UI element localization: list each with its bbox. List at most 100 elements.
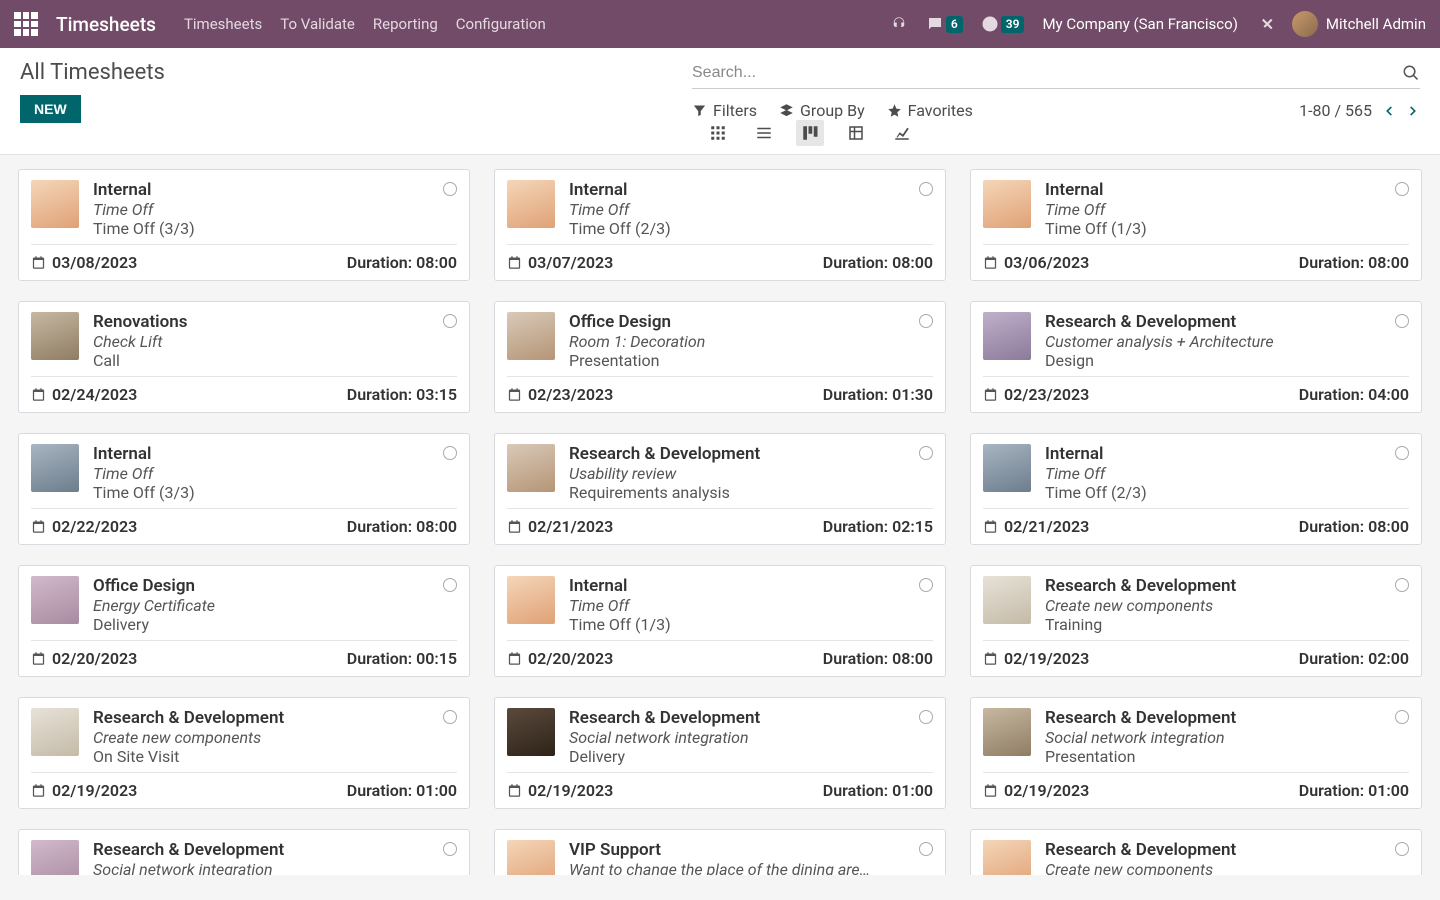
search-input[interactable] xyxy=(692,64,1402,82)
card-desc: Design xyxy=(1045,351,1409,370)
messages-button[interactable]: 6 xyxy=(926,15,963,33)
activities-button[interactable]: 39 xyxy=(981,15,1025,33)
timesheet-card[interactable]: Research & DevelopmentCreate new compone… xyxy=(18,697,470,809)
employee-avatar xyxy=(31,180,79,228)
card-project: Internal xyxy=(1045,180,1409,200)
user-menu[interactable]: Mitchell Admin xyxy=(1292,11,1426,37)
timesheet-card[interactable]: Research & DevelopmentCreate new compone… xyxy=(970,565,1422,677)
nav-reporting[interactable]: Reporting xyxy=(373,15,438,33)
card-project: Internal xyxy=(569,180,933,200)
view-pivot[interactable] xyxy=(842,120,870,146)
timesheet-card[interactable]: InternalTime OffTime Off (2/3)02/21/2023… xyxy=(970,433,1422,545)
calendar-icon xyxy=(983,783,998,798)
timesheet-card[interactable]: Office DesignRoom 1: DecorationPresentat… xyxy=(494,301,946,413)
view-kanban-all[interactable] xyxy=(704,120,732,146)
timesheet-card[interactable]: InternalTime OffTime Off (1/3)03/06/2023… xyxy=(970,169,1422,281)
employee-avatar xyxy=(983,708,1031,756)
control-panel: All Timesheets NEW Filters G xyxy=(0,48,1440,155)
view-list[interactable] xyxy=(750,120,778,146)
search-icon[interactable] xyxy=(1402,64,1420,82)
card-project: Office Design xyxy=(569,312,933,332)
new-button[interactable]: NEW xyxy=(20,95,81,123)
status-indicator[interactable] xyxy=(443,710,457,724)
status-indicator[interactable] xyxy=(1395,314,1409,328)
timesheet-card[interactable]: Research & DevelopmentSocial network int… xyxy=(18,829,470,875)
card-task: Create new components xyxy=(1045,596,1409,615)
status-indicator[interactable] xyxy=(919,182,933,196)
timesheet-card[interactable]: Research & DevelopmentSocial network int… xyxy=(970,697,1422,809)
kanban-view[interactable]: InternalTime OffTime Off (3/3)03/08/2023… xyxy=(0,155,1440,875)
timesheet-card[interactable]: InternalTime OffTime Off (1/3)02/20/2023… xyxy=(494,565,946,677)
card-date: 02/19/2023 xyxy=(1004,781,1089,800)
employee-avatar xyxy=(983,444,1031,492)
search-bar[interactable] xyxy=(692,60,1420,89)
card-task: Energy Certificate xyxy=(93,596,457,615)
employee-avatar xyxy=(507,444,555,492)
timesheet-card[interactable]: RenovationsCheck LiftCall02/24/2023Durat… xyxy=(18,301,470,413)
pivot-icon xyxy=(847,124,865,142)
card-duration: Duration: 08:00 xyxy=(347,253,457,272)
card-project: Internal xyxy=(1045,444,1409,464)
card-project: Research & Development xyxy=(569,708,933,728)
pager-text[interactable]: 1-80 / 565 xyxy=(1299,101,1372,120)
status-indicator[interactable] xyxy=(443,842,457,856)
apps-icon[interactable] xyxy=(14,12,38,36)
status-indicator[interactable] xyxy=(919,578,933,592)
timesheet-card[interactable]: InternalTime OffTime Off (3/3)03/08/2023… xyxy=(18,169,470,281)
status-indicator[interactable] xyxy=(1395,182,1409,196)
nav-configuration[interactable]: Configuration xyxy=(456,15,546,33)
status-indicator[interactable] xyxy=(443,446,457,460)
card-task: Time Off xyxy=(569,200,933,219)
card-desc: Time Off (1/3) xyxy=(1045,219,1409,238)
status-indicator[interactable] xyxy=(919,446,933,460)
card-project: Internal xyxy=(93,180,457,200)
employee-avatar xyxy=(983,840,1031,875)
timesheet-card[interactable]: InternalTime OffTime Off (2/3)03/07/2023… xyxy=(494,169,946,281)
timesheet-card[interactable]: Research & DevelopmentSocial network int… xyxy=(494,697,946,809)
company-switcher[interactable]: My Company (San Francisco) xyxy=(1042,15,1237,33)
card-task: Time Off xyxy=(93,464,457,483)
card-duration: Duration: 08:00 xyxy=(1299,253,1409,272)
nav-timesheets[interactable]: Timesheets xyxy=(184,15,262,33)
timesheet-card[interactable]: VIP SupportWant to change the place of t… xyxy=(494,829,946,875)
groupby-button[interactable]: Group By xyxy=(779,101,865,120)
messages-badge: 6 xyxy=(946,16,963,33)
status-indicator[interactable] xyxy=(443,182,457,196)
pager-next-icon[interactable] xyxy=(1406,104,1420,118)
card-task: Want to change the place of the dining a… xyxy=(569,860,933,875)
status-indicator[interactable] xyxy=(1395,578,1409,592)
kanban-icon xyxy=(801,124,819,142)
timesheet-card[interactable]: InternalTime OffTime Off (3/3)02/22/2023… xyxy=(18,433,470,545)
calendar-icon xyxy=(31,255,46,270)
favorites-button[interactable]: Favorites xyxy=(887,101,973,120)
status-indicator[interactable] xyxy=(1395,446,1409,460)
status-indicator[interactable] xyxy=(1395,710,1409,724)
status-indicator[interactable] xyxy=(919,842,933,856)
debug-icon[interactable] xyxy=(1256,15,1274,33)
view-kanban[interactable] xyxy=(796,120,824,146)
status-indicator[interactable] xyxy=(443,578,457,592)
timesheet-card[interactable]: Research & DevelopmentUsability reviewRe… xyxy=(494,433,946,545)
grid-icon xyxy=(709,124,727,142)
nav-to-validate[interactable]: To Validate xyxy=(280,15,355,33)
app-brand[interactable]: Timesheets xyxy=(56,13,156,36)
timesheet-card[interactable]: Research & DevelopmentCreate new compone… xyxy=(970,829,1422,875)
layers-icon xyxy=(779,103,794,118)
card-project: Research & Development xyxy=(1045,312,1409,332)
status-indicator[interactable] xyxy=(1395,842,1409,856)
timesheet-card[interactable]: Office DesignEnergy CertificateDelivery0… xyxy=(18,565,470,677)
support-icon[interactable] xyxy=(890,15,908,33)
timesheet-card[interactable]: Research & DevelopmentCustomer analysis … xyxy=(970,301,1422,413)
employee-avatar xyxy=(507,312,555,360)
status-indicator[interactable] xyxy=(919,710,933,724)
status-indicator[interactable] xyxy=(919,314,933,328)
pager-prev-icon[interactable] xyxy=(1382,104,1396,118)
status-indicator[interactable] xyxy=(443,314,457,328)
filters-button[interactable]: Filters xyxy=(692,101,757,120)
card-duration: Duration: 01:00 xyxy=(823,781,933,800)
main-navbar: Timesheets Timesheets To Validate Report… xyxy=(0,0,1440,48)
employee-avatar xyxy=(31,708,79,756)
star-icon xyxy=(887,103,902,118)
card-project: Research & Development xyxy=(569,444,933,464)
view-graph[interactable] xyxy=(888,120,916,146)
